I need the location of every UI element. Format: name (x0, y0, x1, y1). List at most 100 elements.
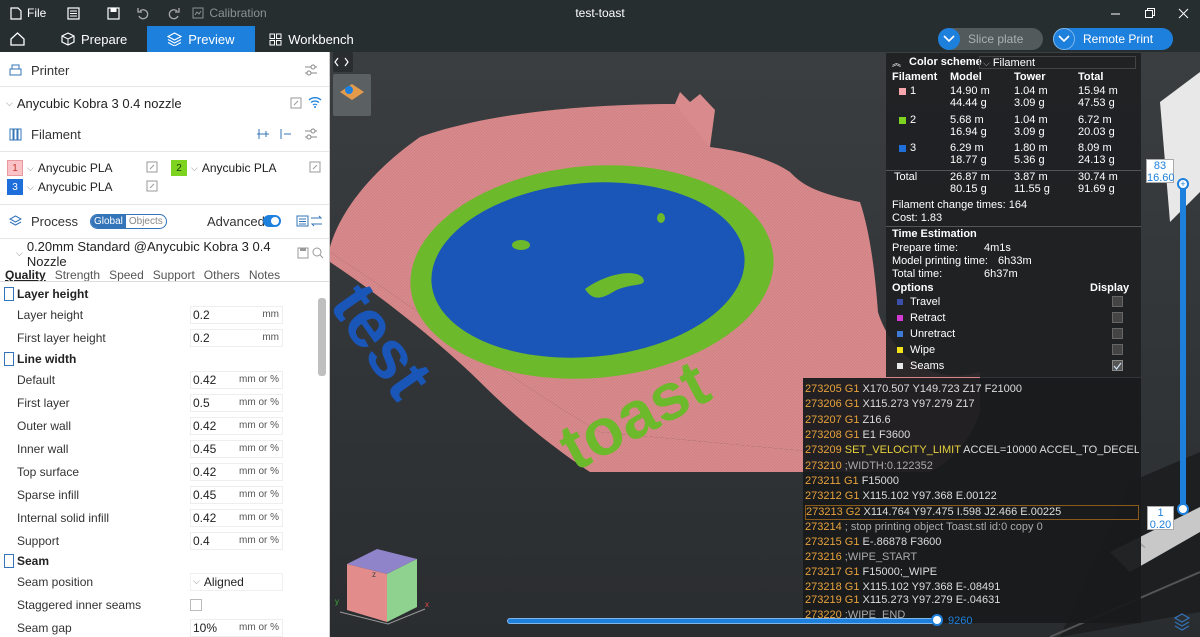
retract-checkbox[interactable] (1112, 312, 1123, 323)
total-length: 6.72 m (1078, 114, 1112, 126)
advanced-toggle[interactable] (263, 215, 281, 227)
group-layer-height-label: Layer height (17, 287, 89, 301)
printer-settings-icon[interactable] (304, 64, 318, 76)
seams-checkbox[interactable] (1112, 360, 1123, 371)
param-unit: mm or % (239, 622, 279, 633)
menu-icon[interactable] (60, 0, 86, 26)
edit-icon[interactable] (146, 180, 158, 192)
support-width-input[interactable]: 0.4 mm or % (190, 531, 283, 550)
outer-wall-input[interactable]: 0.42 mm or % (190, 416, 283, 435)
prepare-time-value: 4m1s (984, 242, 1011, 254)
internal-solid-infill-input[interactable]: 0.42 mm or % (190, 508, 283, 527)
total-weight: 91.69 g (1078, 183, 1115, 195)
chevron-down-icon: ⌵ (27, 181, 34, 192)
param-sparse-infill: Sparse infill 0.45 mm or % (0, 483, 318, 506)
total-weight: 47.53 g (1078, 97, 1115, 109)
param-value: 0.2 (193, 307, 210, 322)
collapse-icon[interactable]: ︽ (892, 56, 901, 69)
display-label: Display (1090, 282, 1130, 294)
tab-speed[interactable]: Speed (109, 268, 144, 282)
layers-icon[interactable] (1171, 612, 1193, 634)
inner-wall-input[interactable]: 0.45 mm or % (190, 439, 283, 458)
edit-icon[interactable] (290, 97, 302, 109)
toggle-global[interactable]: Global (90, 214, 126, 228)
group-layer-height: Layer height (0, 283, 318, 305)
layer-icon (4, 287, 14, 301)
wipe-checkbox[interactable] (1112, 344, 1123, 355)
seam-position-select[interactable]: ⌵ Aligned (190, 572, 283, 591)
maximize-icon[interactable] (1132, 0, 1166, 26)
total-time-row: Total time: 6h37m (886, 268, 1141, 281)
travel-checkbox[interactable] (1112, 296, 1123, 307)
file-menu[interactable]: File (10, 6, 46, 20)
move-slider[interactable] (507, 618, 939, 624)
filament-num: 3 (910, 142, 917, 154)
save-icon[interactable] (100, 0, 126, 26)
undo-icon[interactable] (130, 0, 156, 26)
prepare-time-row: Prepare time: 4m1s (886, 242, 1141, 255)
total-time-value: 6h37m (984, 268, 1018, 280)
tab-preview[interactable]: Preview (147, 26, 256, 52)
tab-strength[interactable]: Strength (55, 268, 100, 282)
filament-slot-2-select[interactable]: ⌵ Anycubic PLA (191, 159, 303, 177)
staggered-seams-checkbox[interactable] (190, 598, 202, 611)
home-tab[interactable] (0, 26, 35, 52)
tab-prepare[interactable]: Prepare (47, 26, 141, 52)
minimize-icon[interactable] (1098, 0, 1132, 26)
filament-slot-2-swatch[interactable]: 2 (171, 160, 187, 176)
option-color-swatch (897, 299, 903, 305)
save-preset-icon[interactable] (297, 247, 309, 259)
sidebar-scrollbar[interactable] (318, 298, 326, 376)
unretract-checkbox[interactable] (1112, 328, 1123, 339)
filament-slot-1-select[interactable]: ⌵ Anycubic PLA (27, 159, 142, 177)
tab-quality[interactable]: Quality (5, 268, 46, 282)
filament-settings-icon[interactable] (304, 128, 318, 140)
move-slider-handle[interactable] (931, 614, 943, 626)
param-internal-solid-infill: Internal solid infill 0.42 mm or % (0, 506, 318, 529)
edit-icon[interactable] (146, 161, 158, 173)
tab-others[interactable]: Others (204, 268, 240, 282)
model-length: 5.68 m (950, 114, 984, 126)
tab-workbench[interactable]: Workbench (255, 26, 368, 52)
slice-plate-button[interactable]: Slice plate (938, 28, 1043, 50)
global-objects-toggle[interactable]: Global Objects (89, 213, 167, 229)
tab-notes[interactable]: Notes (249, 268, 280, 282)
seam-gap-input[interactable]: 10% mm or % (190, 618, 283, 637)
color-scheme-select[interactable]: ⌵ Filament (979, 56, 1136, 69)
layer-slider-bottom-handle[interactable] (1177, 503, 1189, 515)
toggle-objects[interactable]: Objects (126, 215, 166, 228)
layer-top-height: 16.60 (1147, 172, 1175, 184)
option-color-swatch (897, 331, 903, 337)
filament-slot-3-swatch[interactable]: 3 (7, 179, 23, 195)
remove-filament-icon[interactable] (278, 128, 292, 140)
process-preset-select[interactable]: ⌵ 0.20mm Standard @Anycubic Kobra 3 0.4 … (16, 239, 294, 269)
edit-icon[interactable] (309, 161, 321, 173)
gcode-viewer[interactable]: 273205 G1 X170.507 Y149.723 Z17 F21000 2… (803, 378, 1141, 593)
printer-select[interactable]: ⌵ Anycubic Kobra 3 0.4 nozzle (4, 93, 304, 113)
tower-weight: 3.09 g (1014, 97, 1045, 109)
calibration-menu[interactable]: Calibration (192, 6, 267, 20)
redo-icon[interactable] (160, 0, 186, 26)
sparse-infill-input[interactable]: 0.45 mm or % (190, 485, 283, 504)
tab-support[interactable]: Support (153, 268, 195, 282)
compare-icon[interactable] (310, 215, 323, 227)
search-icon[interactable] (312, 247, 324, 259)
layer-bottom-number: 1 (1157, 507, 1164, 519)
layer-slider[interactable] (1180, 183, 1186, 510)
close-icon[interactable] (1166, 0, 1200, 26)
first-layer-width-input[interactable]: 0.5 mm or % (190, 393, 283, 412)
gcode-line: 273209 SET_VELOCITY_LIMIT ACCEL=10000 AC… (805, 444, 1139, 456)
top-surface-input[interactable]: 0.42 mm or % (190, 462, 283, 481)
filament-slot-1-swatch[interactable]: 1 (7, 160, 23, 176)
list-icon[interactable] (296, 215, 309, 227)
option-label: Wipe (910, 344, 936, 356)
param-first-layer-height: First layer height 0.2 mm (0, 326, 318, 349)
layer-slider-top-handle[interactable]: + (1177, 178, 1189, 190)
filament-slot-3-select[interactable]: ⌵ Anycubic PLA (27, 178, 142, 196)
first-layer-height-input[interactable]: 0.2 mm (190, 328, 283, 347)
layer-height-input[interactable]: 0.2 mm (190, 305, 283, 324)
add-filament-icon[interactable] (256, 128, 270, 140)
default-width-input[interactable]: 0.42 mm or % (190, 370, 283, 389)
wifi-icon[interactable] (308, 96, 322, 108)
remote-print-button[interactable]: Remote Print (1053, 28, 1173, 50)
